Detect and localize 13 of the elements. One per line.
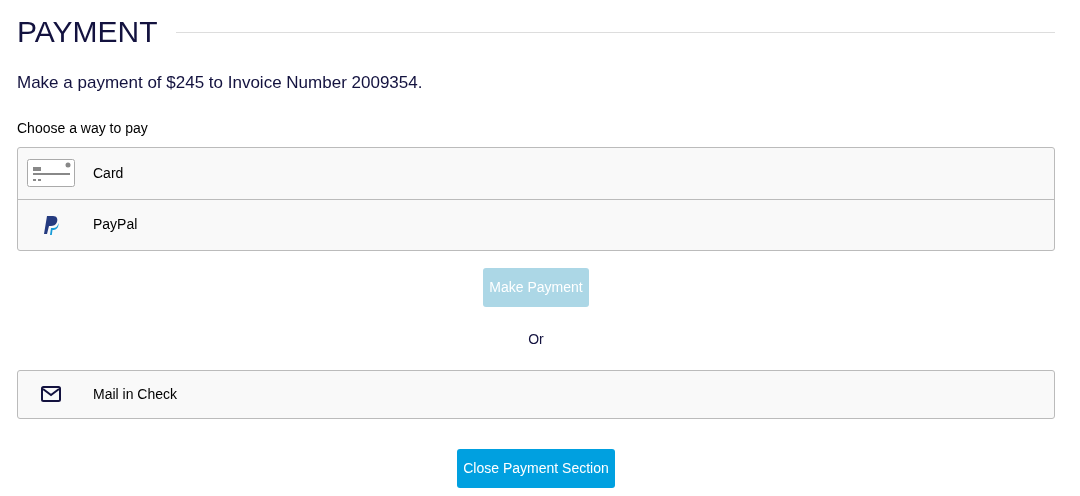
option-label: PayPal (93, 215, 138, 234)
card-icon (27, 159, 75, 187)
option-label: Card (93, 163, 124, 183)
payment-option[interactable]: Card (18, 147, 1054, 199)
paypal-icon (43, 214, 59, 235)
envelope-icon (41, 386, 61, 402)
separator-text: Or (528, 329, 544, 349)
payment-option[interactable]: Mail in Check (18, 370, 1054, 418)
section-title: PAYMENT (17, 14, 158, 50)
prompt-text: Choose a way to pay (17, 118, 149, 138)
payment-summary: Make a payment of $245 to Invoice Number 2009354. (17, 72, 424, 94)
payment-option[interactable]: PayPal (18, 198, 1054, 250)
option-label: Mail in Check (93, 384, 178, 404)
